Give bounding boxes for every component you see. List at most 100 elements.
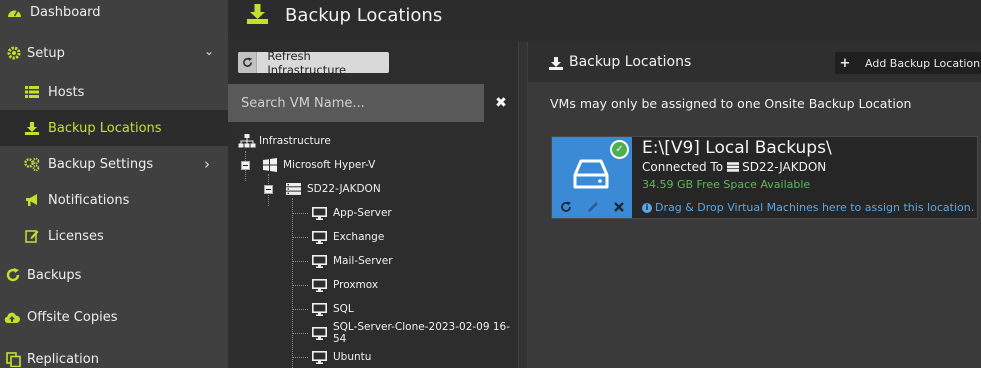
connection-status: Connected To SD22-JAKDON xyxy=(642,160,826,174)
edit-icon xyxy=(24,228,40,244)
sidebar-item-dashboard[interactable]: Dashboard xyxy=(0,0,228,30)
backup-location-card[interactable]: ✓ E:\[V9] Local Backups\ Connected To SD… xyxy=(551,136,978,219)
tree-node-label: Microsoft Hyper-V xyxy=(283,159,376,171)
panel-header: Backup Locations + Add Backup Location xyxy=(528,42,981,82)
tree-node-infrastructure[interactable]: Infrastructure xyxy=(238,133,331,149)
refresh-icon xyxy=(238,52,258,73)
close-icon[interactable] xyxy=(614,201,625,216)
tree-node-vm[interactable]: Ubuntu xyxy=(312,349,371,365)
refresh-icon xyxy=(5,267,21,283)
panel-splitter[interactable] xyxy=(518,42,528,368)
tree-node-vm[interactable]: App-Server xyxy=(312,205,392,221)
collapse-toggle[interactable] xyxy=(264,185,273,194)
dashboard-icon xyxy=(6,4,22,20)
tree-connector xyxy=(292,261,308,262)
tree-connector xyxy=(292,198,293,368)
tree-node-vm[interactable]: SQL-Server-Clone-2023-02-09 16-54 xyxy=(312,321,518,345)
tree-node-label: App-Server xyxy=(333,207,392,219)
gears-icon xyxy=(24,156,40,172)
download-icon xyxy=(549,55,563,74)
edit-icon[interactable] xyxy=(587,201,599,216)
hard-drive-icon xyxy=(573,159,609,193)
monitor-icon xyxy=(312,278,327,292)
tree-node-label: SD22-JAKDON xyxy=(307,183,381,195)
sidebar-item-label: Backup Locations xyxy=(48,120,162,136)
sidebar-item-label: Backup Settings xyxy=(48,156,154,172)
monitor-icon xyxy=(312,326,327,340)
add-backup-location-button[interactable]: + Add Backup Location xyxy=(835,52,981,74)
tree-node-label: Infrastructure xyxy=(259,135,331,147)
page-header: Backup Locations xyxy=(228,0,981,35)
clear-search-button[interactable]: ✖ xyxy=(484,84,518,122)
chevron-down-icon: ⌄ xyxy=(204,44,215,58)
location-path: E:\[V9] Local Backups\ xyxy=(642,138,832,158)
sidebar-item-backup-settings[interactable]: Backup Settings › xyxy=(0,146,228,182)
connected-label: Connected To xyxy=(642,160,724,174)
sitemap-icon xyxy=(238,134,256,148)
monitor-icon xyxy=(312,230,327,244)
tree-node-vm[interactable]: Proxmox xyxy=(312,277,378,293)
sidebar-item-label: Dashboard xyxy=(30,4,101,20)
sidebar: Dashboard Setup ⌄ Hosts Backup Locations xyxy=(0,0,228,368)
tree-node-label: Proxmox xyxy=(333,279,379,291)
search-input[interactable] xyxy=(228,84,484,122)
app-root: Dashboard Setup ⌄ Hosts Backup Locations xyxy=(0,0,981,368)
vm-search: ✖ xyxy=(228,84,518,122)
sidebar-item-setup[interactable]: Setup ⌄ xyxy=(0,35,228,71)
tree-node-label: Mail-Server xyxy=(333,255,393,267)
download-icon xyxy=(24,120,40,136)
tree-node-label: SQL-Server-Clone-2023-02-09 16-54 xyxy=(333,321,511,345)
server-icon xyxy=(727,162,740,172)
drag-drop-hint-text: Drag & Drop Virtual Machines here to ass… xyxy=(655,201,975,214)
sidebar-item-backup-locations[interactable]: Backup Locations xyxy=(0,110,228,146)
free-space: 34.59 GB Free Space Available xyxy=(642,178,811,191)
sidebar-item-backups[interactable]: Backups xyxy=(0,257,228,293)
tree-connector xyxy=(292,333,308,334)
sidebar-item-hosts[interactable]: Hosts xyxy=(0,74,228,110)
connected-host: SD22-JAKDON xyxy=(742,160,827,174)
tree-node-label: SQL xyxy=(333,303,354,315)
refresh-infrastructure-label: Refresh Infrastructure xyxy=(267,48,347,77)
tree-node-vm[interactable]: SQL xyxy=(312,301,354,317)
sidebar-item-licenses[interactable]: Licenses xyxy=(0,218,228,254)
info-icon: i xyxy=(642,203,652,213)
assignment-notice: VMs may only be assigned to one Onsite B… xyxy=(550,96,912,111)
monitor-icon xyxy=(312,350,327,364)
tree-connector xyxy=(292,285,308,286)
drag-drop-hint: i Drag & Drop Virtual Machines here to as… xyxy=(642,201,974,214)
tree-node-label: Ubuntu xyxy=(333,351,372,363)
monitor-icon xyxy=(312,206,327,220)
windows-icon xyxy=(263,158,277,172)
monitor-icon xyxy=(312,302,327,316)
monitor-icon xyxy=(312,254,327,268)
backup-locations-panel: Backup Locations + Add Backup Location V… xyxy=(528,42,981,368)
collapse-toggle[interactable] xyxy=(241,161,250,170)
cloud-upload-icon xyxy=(4,309,20,325)
tree-node-host[interactable]: SD22-JAKDON xyxy=(286,181,381,197)
megaphone-icon xyxy=(24,192,40,208)
add-backup-location-label: Add Backup Location xyxy=(865,56,981,70)
tree-node-vm[interactable]: Exchange xyxy=(312,229,384,245)
sidebar-item-label: Backups xyxy=(27,267,82,283)
tree-connector xyxy=(292,213,308,214)
gear-icon xyxy=(6,45,22,61)
tree-connector xyxy=(292,237,308,238)
sidebar-item-label: Notifications xyxy=(48,192,130,208)
chevron-right-icon: › xyxy=(204,155,210,173)
refresh-icon[interactable] xyxy=(560,201,572,216)
sidebar-item-offsite-copies[interactable]: Offsite Copies xyxy=(0,299,228,335)
page-title: Backup Locations xyxy=(285,5,443,26)
tree-node-vm[interactable]: Mail-Server xyxy=(312,253,393,269)
refresh-infrastructure-button[interactable]: Refresh Infrastructure xyxy=(238,49,389,77)
card-actions xyxy=(552,201,632,216)
list-icon xyxy=(24,84,40,100)
infrastructure-panel: Refresh Infrastructure ✖ Infrastructure xyxy=(228,42,518,368)
sidebar-item-notifications[interactable]: Notifications xyxy=(0,182,228,218)
tree-connector xyxy=(292,309,308,310)
sidebar-item-label: Offsite Copies xyxy=(27,309,118,325)
tree-node-hypervisor[interactable]: Microsoft Hyper-V xyxy=(263,157,375,173)
sidebar-item-replication[interactable]: Replication xyxy=(0,341,228,368)
connected-check-icon: ✓ xyxy=(610,140,629,159)
tree-node-label: Exchange xyxy=(333,231,385,243)
sidebar-item-label: Licenses xyxy=(48,228,104,244)
